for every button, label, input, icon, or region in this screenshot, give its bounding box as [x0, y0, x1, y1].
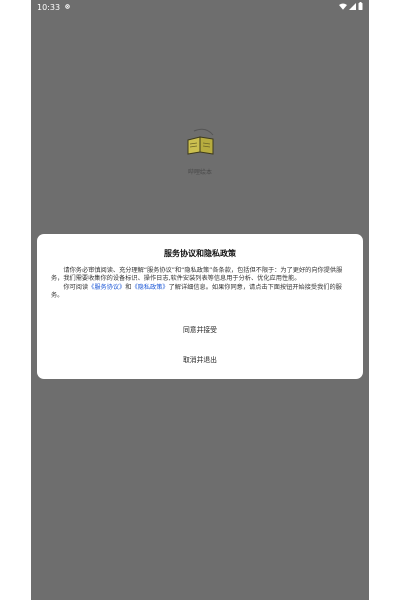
status-bar: 10:33 [31, 0, 369, 14]
book-logo-icon [184, 126, 218, 166]
cancel-exit-button[interactable]: 取消并退出 [37, 351, 363, 369]
signal-icon [349, 2, 356, 12]
dialog-paragraph-2: 你可阅读《服务协议》和《隐私政策》了解详细信息。如果你同意，请点击下面按钮开始接… [51, 284, 351, 301]
wifi-icon [339, 2, 347, 12]
privacy-dialog: 服务协议和隐私政策 请你务必审慎阅读、充分理解“服务协议”和“隐私政策”各条款，… [37, 234, 363, 379]
dialog-title: 服务协议和隐私政策 [164, 249, 236, 258]
p2-prefix: 你可阅读 [63, 283, 89, 291]
phone-screen: 10:33 哔哩绘本 服务协议和隐私政策 请你务必审慎阅读、充分理解“服务协议”… [31, 0, 369, 600]
privacy-policy-link[interactable]: 《隐私政策》 [131, 284, 168, 291]
status-left: 10:33 [37, 3, 71, 12]
service-agreement-link[interactable]: 《服务协议》 [88, 284, 125, 291]
status-time: 10:33 [37, 2, 61, 12]
notification-dot-icon [64, 3, 71, 12]
agree-button[interactable]: 同意并接受 [37, 321, 363, 339]
dialog-body: 请你务必审慎阅读、充分理解“服务协议”和“隐私政策”各条款，包括但不限于：为了更… [51, 267, 351, 300]
dialog-paragraph-1: 请你务必审慎阅读、充分理解“服务协议”和“隐私政策”各条款，包括但不限于：为了更… [51, 267, 343, 283]
status-right [339, 2, 363, 12]
app-name: 哔哩绘本 [187, 169, 212, 176]
battery-icon [358, 2, 363, 12]
